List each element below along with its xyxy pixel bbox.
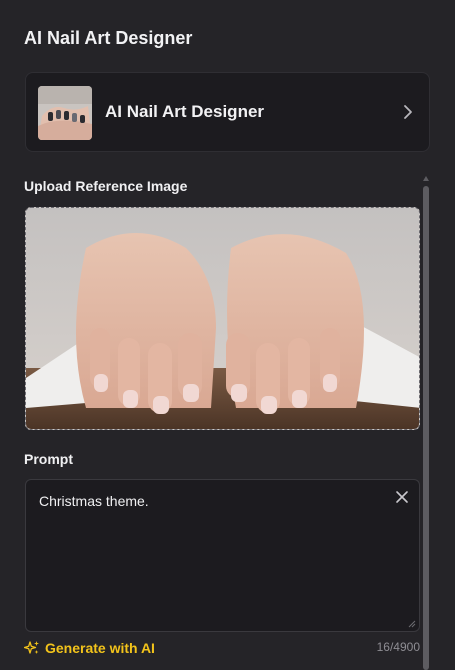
scrollbar[interactable]	[421, 176, 431, 670]
scrollbar-thumb[interactable]	[423, 186, 429, 670]
prompt-textarea[interactable]: Christmas theme.	[25, 479, 420, 632]
generate-with-ai-label: Generate with AI	[45, 640, 155, 656]
upload-reference-image[interactable]	[25, 207, 420, 430]
panel-title: AI Nail Art Designer	[24, 28, 193, 48]
scroll-up-arrow-icon[interactable]	[423, 176, 429, 181]
upload-label: Upload Reference Image	[24, 178, 188, 194]
chevron-right-icon	[404, 105, 412, 119]
hands-photo	[26, 208, 419, 429]
generate-with-ai-button[interactable]: Generate with AI	[24, 639, 155, 657]
tool-card-nail-art[interactable]: AI Nail Art Designer	[25, 72, 430, 152]
prompt-value: Christmas theme.	[39, 493, 149, 509]
sparkles-icon	[24, 641, 39, 654]
prompt-label: Prompt	[24, 451, 73, 467]
nail-art-thumbnail	[38, 86, 92, 140]
close-icon[interactable]	[395, 490, 409, 504]
tool-card-title: AI Nail Art Designer	[105, 102, 265, 121]
character-counter: 16/4900	[376, 640, 420, 654]
resize-grip-icon[interactable]	[408, 620, 416, 628]
